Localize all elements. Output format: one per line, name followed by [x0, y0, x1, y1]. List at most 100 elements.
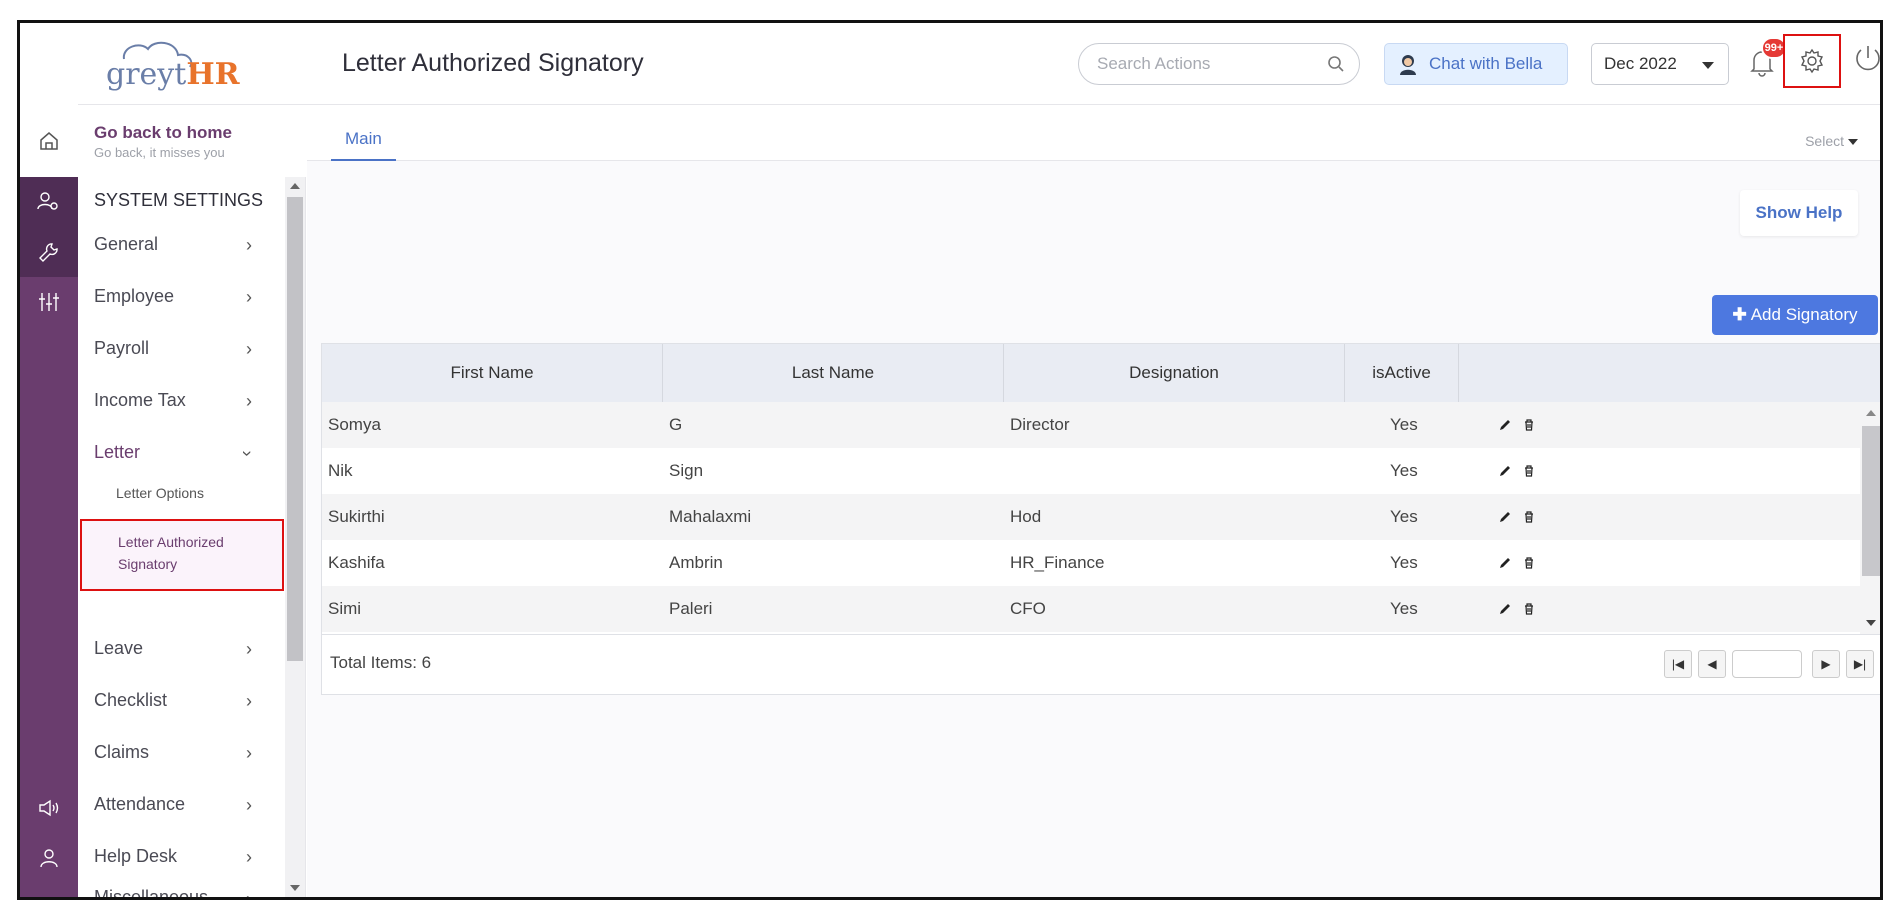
edit-icon[interactable]: [1498, 540, 1512, 586]
rail-people-settings[interactable]: [20, 177, 78, 227]
first-page-button[interactable]: |◀: [1664, 650, 1692, 678]
delete-icon[interactable]: [1522, 402, 1536, 448]
cell-last-name: G: [669, 415, 683, 434]
table-row[interactable]: Somya G Director Yes: [322, 402, 1862, 448]
chevron-down-icon: ›: [237, 450, 258, 457]
table-row[interactable]: Simi Paleri CFO Yes: [322, 586, 1862, 632]
previous-page-button[interactable]: ◀: [1698, 650, 1726, 678]
chat-with-bella-button[interactable]: Chat with Bella: [1384, 43, 1568, 85]
sidebar-item-checklist[interactable]: Checklist ›: [94, 685, 264, 715]
cell-last-name: Sign: [669, 461, 704, 480]
add-signatory-button[interactable]: ✚ Add Signatory: [1712, 295, 1878, 335]
add-signatory-label: Add Signatory: [1750, 305, 1858, 324]
last-page-button[interactable]: ▶|: [1846, 650, 1874, 678]
scroll-down-icon[interactable]: [1866, 620, 1876, 626]
settings-button[interactable]: [1783, 34, 1841, 88]
table-row[interactable]: Nik Sign Yes: [322, 448, 1862, 494]
rail-profile[interactable]: [20, 833, 78, 883]
column-header-isactive[interactable]: isActive: [1345, 344, 1459, 402]
table-row[interactable]: Kashifa Ambrin HR_Finance Yes: [322, 540, 1862, 586]
delete-icon[interactable]: [1522, 586, 1536, 632]
column-header-last-name[interactable]: Last Name: [663, 344, 1004, 402]
delete-icon[interactable]: [1522, 448, 1536, 494]
sidebar-item-general[interactable]: General ›: [94, 229, 264, 259]
cell-isactive: Yes: [1390, 599, 1418, 618]
table-scrollbar[interactable]: [1860, 402, 1880, 634]
first-page-icon: |◀: [1671, 657, 1685, 671]
sidebar-item-claims[interactable]: Claims ›: [94, 737, 264, 767]
megaphone-icon: [39, 799, 59, 817]
page-number-input[interactable]: [1732, 650, 1802, 678]
edit-icon[interactable]: [1498, 494, 1512, 540]
column-header-designation[interactable]: Designation: [1004, 344, 1345, 402]
signatory-table: First Name Last Name Designation isActiv…: [321, 343, 1880, 695]
go-back-home-link[interactable]: Go back to home Go back, it misses you: [78, 105, 306, 177]
chevron-right-icon: ›: [246, 691, 252, 711]
table-scroll-thumb[interactable]: [1862, 426, 1880, 576]
chevron-right-icon: ›: [246, 743, 252, 763]
home-icon: [40, 132, 58, 150]
search-placeholder: Search Actions: [1097, 54, 1211, 73]
edit-icon[interactable]: [1498, 402, 1512, 448]
sidebar-subitem-letter-options[interactable]: Letter Options: [116, 485, 204, 501]
sidebar-item-leave[interactable]: Leave ›: [94, 633, 264, 663]
delete-icon[interactable]: [1522, 494, 1536, 540]
sidebar-item-miscellaneous[interactable]: Miscellaneous ›: [94, 883, 264, 898]
sidebar-item-letter[interactable]: Letter ›: [94, 437, 264, 467]
sidebar-scroll-thumb[interactable]: [287, 197, 303, 661]
user-settings-icon: [37, 192, 58, 210]
icon-rail: [20, 23, 78, 897]
sidebar-item-label: Checklist: [94, 689, 168, 710]
rail-announcements[interactable]: [20, 783, 78, 833]
scroll-down-icon[interactable]: [290, 885, 300, 891]
greythr-logo[interactable]: greytHR: [96, 37, 240, 93]
next-page-button[interactable]: ▶: [1812, 650, 1840, 678]
logo-text: greyt: [106, 57, 187, 92]
settings-sidebar: SYSTEM SETTINGS General › Employee › Pay…: [78, 177, 306, 897]
chevron-right-icon: ›: [246, 339, 252, 359]
home-title: Go back to home: [94, 123, 232, 142]
rail-controls[interactable]: [20, 277, 78, 327]
cell-isactive: Yes: [1390, 553, 1418, 572]
sidebar-item-income-tax[interactable]: Income Tax ›: [94, 385, 264, 415]
rail-tools[interactable]: [20, 227, 78, 277]
cell-last-name: Ambrin: [669, 553, 723, 572]
column-header-first-name[interactable]: First Name: [322, 344, 663, 402]
chevron-right-icon: ›: [246, 847, 252, 867]
delete-icon[interactable]: [1522, 540, 1536, 586]
sidebar-item-label: Claims: [94, 741, 150, 762]
tab-bar: Main Select: [307, 105, 1880, 161]
gear-icon: [1800, 48, 1824, 74]
sidebar-item-employee[interactable]: Employee ›: [94, 281, 264, 311]
cell-isactive: Yes: [1390, 415, 1418, 434]
search-icon[interactable]: [1327, 55, 1345, 73]
power-icon[interactable]: [1853, 43, 1883, 73]
home-rail-button[interactable]: [20, 105, 78, 177]
cell-designation: CFO: [1010, 599, 1046, 618]
scroll-up-icon[interactable]: [290, 183, 300, 189]
search-actions-input[interactable]: Search Actions: [1078, 43, 1360, 85]
period-select[interactable]: Dec 2022: [1591, 43, 1729, 85]
chevron-right-icon: ›: [246, 391, 252, 411]
wrench-icon: [39, 243, 58, 262]
sidebar-item-help-desk[interactable]: Help Desk ›: [94, 841, 264, 871]
show-help-button[interactable]: Show Help: [1740, 190, 1858, 236]
select-dropdown[interactable]: Select: [1805, 133, 1858, 149]
edit-icon[interactable]: [1498, 586, 1512, 632]
sidebar-subitem-letter-authorized-signatory[interactable]: Letter Authorized Signatory: [80, 519, 284, 591]
chevron-right-icon: ›: [246, 795, 252, 815]
sidebar-item-label: Letter: [94, 441, 141, 462]
sidebar-scrollbar[interactable]: [285, 177, 305, 897]
subitem-label-line1: Letter Authorized: [118, 534, 224, 550]
edit-icon[interactable]: [1498, 448, 1512, 494]
cell-designation: Director: [1010, 415, 1070, 434]
scroll-up-icon[interactable]: [1866, 410, 1876, 416]
sidebar-item-label: Help Desk: [94, 845, 178, 866]
sidebar-item-attendance[interactable]: Attendance ›: [94, 789, 264, 819]
table-row[interactable]: Sukirthi Mahalaxmi Hod Yes: [322, 494, 1862, 540]
tab-main[interactable]: Main: [331, 119, 396, 161]
sidebar-item-label: Payroll: [94, 337, 150, 358]
main-content: Main Select Show Help ✚ Add Signatory Fi…: [307, 105, 1880, 897]
sidebar-item-payroll[interactable]: Payroll ›: [94, 333, 264, 363]
bella-label: Chat with Bella: [1429, 54, 1543, 73]
